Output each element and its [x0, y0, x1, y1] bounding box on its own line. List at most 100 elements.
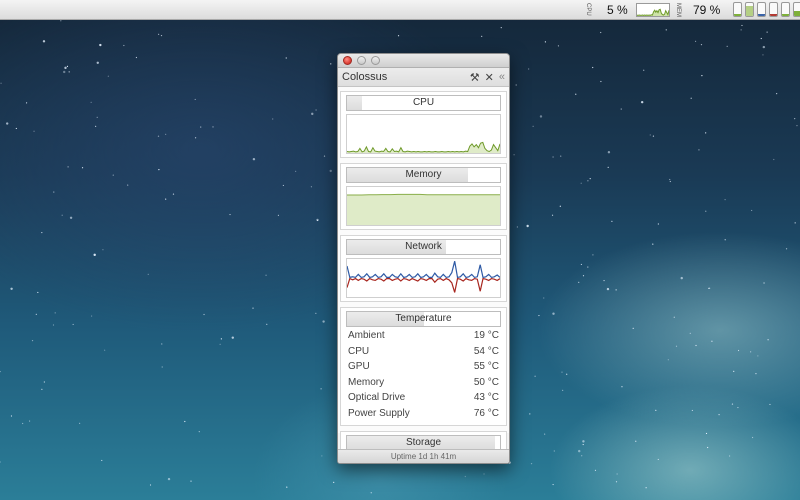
sensor-name: GPU — [348, 361, 370, 373]
memory-panel: Memory — [340, 163, 507, 230]
window-close-button[interactable] — [343, 56, 352, 65]
cpu-panel-header[interactable]: CPU — [346, 95, 501, 111]
wrench-icon[interactable]: ⚒ — [470, 71, 480, 84]
status-bar-fill — [770, 14, 777, 16]
star — [694, 40, 697, 42]
sensor-value: 55 °C — [473, 361, 499, 373]
star — [740, 29, 742, 31]
star — [161, 366, 163, 368]
window-content: CPU Memory Network Temperature Ambient 1… — [338, 87, 509, 455]
star — [160, 34, 163, 37]
collapse-icon[interactable]: « — [499, 71, 505, 83]
star — [762, 45, 766, 49]
star — [582, 275, 585, 277]
window-zoom-button[interactable] — [371, 56, 380, 65]
window-titlebar[interactable] — [338, 54, 509, 68]
temperature-panel-header[interactable]: Temperature — [346, 311, 501, 327]
star — [161, 343, 163, 345]
star — [41, 231, 43, 234]
star — [741, 24, 743, 27]
sensor-name: Ambient — [348, 330, 385, 341]
network-panel-label: Network — [405, 241, 442, 252]
star — [776, 93, 778, 95]
star — [28, 420, 31, 422]
menubar-cpu-item[interactable]: CPU 5 % — [585, 0, 628, 19]
star — [90, 101, 92, 103]
star — [464, 475, 466, 478]
cpu-label: CPU — [585, 3, 591, 16]
star — [594, 469, 597, 471]
star — [315, 109, 317, 111]
star — [561, 371, 563, 373]
menubar-memory-item[interactable]: MEM 79 % — [675, 0, 720, 19]
close-x-icon[interactable]: ✕ — [485, 71, 494, 84]
star — [655, 409, 657, 411]
star — [582, 440, 585, 443]
star — [93, 253, 96, 257]
star — [615, 481, 618, 483]
star — [513, 154, 515, 156]
star — [72, 323, 74, 326]
star — [680, 276, 683, 280]
temperature-row: Memory 50 °C — [348, 375, 499, 391]
star — [500, 27, 502, 29]
star — [652, 135, 655, 137]
star — [581, 455, 583, 457]
star — [543, 297, 545, 299]
star — [689, 332, 691, 334]
star — [551, 214, 554, 216]
star — [528, 68, 530, 70]
star — [149, 484, 152, 486]
star — [123, 44, 125, 47]
star — [320, 388, 322, 390]
star — [669, 178, 671, 181]
star — [317, 219, 319, 221]
storage-panel-label: Storage — [405, 436, 442, 448]
star — [10, 287, 13, 290]
star — [578, 281, 580, 284]
star — [330, 63, 332, 65]
star — [560, 155, 562, 157]
star — [333, 481, 335, 483]
sensor-name: Memory — [348, 376, 385, 388]
star — [632, 327, 634, 329]
star — [532, 125, 534, 127]
star — [657, 458, 659, 461]
star — [751, 436, 754, 439]
status-bar-cpu — [733, 2, 742, 17]
star — [701, 75, 703, 77]
window-minimize-button[interactable] — [357, 56, 366, 65]
star — [700, 44, 703, 46]
star — [733, 370, 735, 372]
star — [652, 243, 654, 245]
status-bar-fill — [794, 11, 800, 16]
status-bar-temperature — [781, 2, 790, 17]
star — [167, 477, 171, 481]
memory-panel-header[interactable]: Memory — [346, 167, 501, 183]
star — [66, 65, 69, 67]
sensor-value: 43 °C — [473, 392, 499, 404]
sensor-value: 76 °C — [473, 407, 499, 419]
sensor-name: Optical Drive — [348, 392, 406, 404]
star — [582, 443, 584, 446]
menubar-status-bars[interactable] — [733, 0, 800, 19]
menubar-cpu-graph[interactable] — [636, 0, 670, 19]
star — [705, 432, 708, 435]
graph-area — [347, 194, 500, 225]
status-bar-network-out — [769, 2, 778, 17]
star — [575, 93, 577, 95]
network-panel-header[interactable]: Network — [346, 239, 501, 255]
cpu-panel-label: CPU — [412, 97, 435, 108]
star — [63, 70, 66, 74]
uptime-footer: Uptime 1d 1h 41m — [338, 449, 509, 463]
star — [172, 193, 175, 195]
star — [165, 198, 167, 200]
star — [277, 214, 280, 216]
star — [252, 157, 256, 161]
memory-panel-label: Memory — [405, 169, 442, 180]
star — [587, 266, 589, 268]
star — [552, 312, 555, 315]
star — [592, 254, 594, 256]
star — [562, 389, 564, 391]
star — [286, 486, 288, 488]
